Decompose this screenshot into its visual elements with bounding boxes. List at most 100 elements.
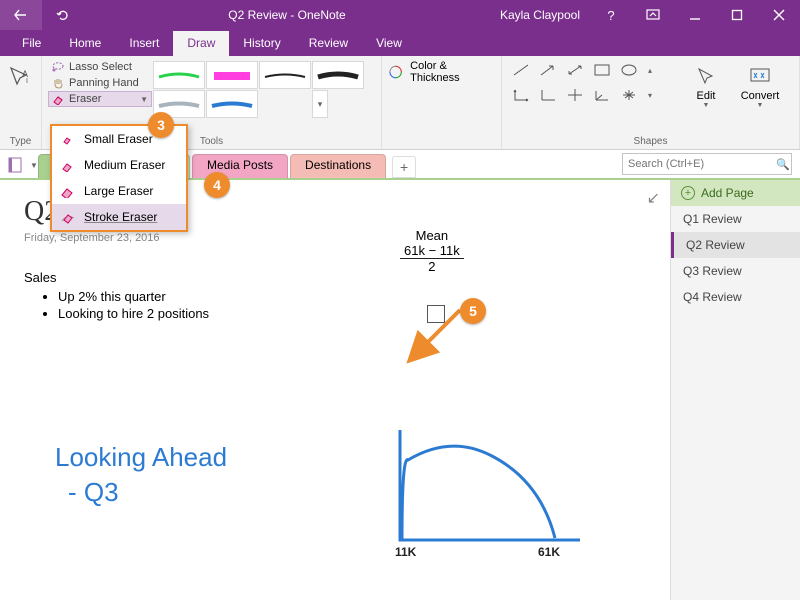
shape-double-arrow[interactable] xyxy=(562,60,588,80)
type-tool-button[interactable]: AI xyxy=(8,65,34,96)
shape-axis-more[interactable] xyxy=(616,85,642,105)
pen-blue[interactable] xyxy=(206,90,258,118)
shape-gallery: ▴ ▾ xyxy=(508,60,678,109)
edit-icon xyxy=(696,62,716,90)
ribbon-display-button[interactable] xyxy=(632,0,674,30)
page-item-q4[interactable]: Q4 Review xyxy=(671,284,800,310)
help-button[interactable]: ? xyxy=(590,0,632,30)
tab-home[interactable]: Home xyxy=(55,31,115,56)
search-box[interactable]: 🔍 xyxy=(622,153,792,175)
pen-green-thin[interactable] xyxy=(153,61,205,89)
eraser-icon xyxy=(60,131,76,147)
pen-gallery: ▾ xyxy=(153,59,371,118)
eraser-label: Eraser xyxy=(69,93,101,105)
mean-label: Mean xyxy=(400,228,464,243)
shape-axis-3d[interactable] xyxy=(589,85,615,105)
pen-gallery-more[interactable]: ▾ xyxy=(312,90,328,118)
chevron-down-icon: ▼ xyxy=(140,95,148,104)
shape-more-row2[interactable]: ▾ xyxy=(643,85,657,105)
mean-formula: Mean 61k − 11k 2 xyxy=(400,228,464,275)
chevron-down-icon: ▼ xyxy=(703,102,710,109)
add-page-label: Add Page xyxy=(701,186,754,200)
search-icon[interactable]: 🔍 xyxy=(775,158,791,171)
search-input[interactable] xyxy=(623,158,775,170)
ribbon-group-type-label: Type xyxy=(10,136,32,149)
edit-label: Edit xyxy=(697,90,716,102)
lasso-select-label: Lasso Select xyxy=(69,61,132,73)
eraser-option-large-label: Large Eraser xyxy=(84,184,153,198)
user-name[interactable]: Kayla Claypool xyxy=(490,8,590,22)
tab-draw[interactable]: Draw xyxy=(173,31,229,56)
callout-badge-5: 5 xyxy=(460,298,486,324)
convert-icon xyxy=(749,62,771,90)
tab-history[interactable]: History xyxy=(229,31,294,56)
section-tab-3[interactable]: Destinations xyxy=(290,154,386,178)
page-canvas[interactable]: ↙ Q2 Review Friday, September 23, 2016 S… xyxy=(0,180,670,600)
ribbon-group-shapes: ▴ ▾ Edit ▼ Convert ▼ Shapes xyxy=(502,56,800,149)
tab-file[interactable]: File xyxy=(8,31,55,56)
xtick-11k: 11K xyxy=(395,545,417,559)
main-area: ↙ Q2 Review Friday, September 23, 2016 S… xyxy=(0,180,800,600)
window-title: Q2 Review - OneNote xyxy=(84,8,490,22)
convert-button[interactable]: Convert ▼ xyxy=(734,60,786,109)
tab-insert[interactable]: Insert xyxy=(115,31,173,56)
collapse-icon[interactable]: ↙ xyxy=(647,188,660,208)
eraser-option-large[interactable]: Large Eraser xyxy=(52,178,186,204)
page-body[interactable]: Sales Up 2% this quarter Looking to hire… xyxy=(24,270,646,321)
tab-view[interactable]: View xyxy=(362,31,416,56)
title-bar: Q2 Review - OneNote Kayla Claypool ? xyxy=(0,0,800,30)
lasso-select-button[interactable]: Lasso Select xyxy=(48,59,152,75)
edit-button[interactable]: Edit ▼ xyxy=(680,60,732,109)
eraser-option-stroke[interactable]: Stroke Eraser xyxy=(52,204,186,230)
color-thickness-button[interactable]: Color & Thickness xyxy=(388,60,495,84)
shape-axis-2[interactable] xyxy=(535,85,561,105)
pages-pane: + Add Page Q1 Review Q2 Review Q3 Review… xyxy=(670,180,800,600)
handwriting-ink[interactable]: Looking Ahead - Q3 xyxy=(55,440,227,510)
maximize-button[interactable] xyxy=(716,0,758,30)
close-button[interactable] xyxy=(758,0,800,30)
shape-arrow[interactable] xyxy=(535,60,561,80)
convert-label: Convert xyxy=(741,90,780,102)
eraser-option-small-label: Small Eraser xyxy=(84,132,153,146)
mean-denominator: 2 xyxy=(400,259,464,274)
shape-more-row1[interactable]: ▴ xyxy=(643,60,657,80)
color-thickness-label: Color & Thickness xyxy=(410,60,495,84)
eraser-dropdown-button[interactable]: Eraser ▼ xyxy=(48,91,152,107)
eraser-option-stroke-label: Stroke Eraser xyxy=(84,210,157,224)
plus-icon: + xyxy=(681,186,695,200)
page-item-q2[interactable]: Q2 Review xyxy=(671,232,800,258)
pen-magenta-highlight[interactable] xyxy=(206,61,258,89)
eraser-option-medium-label: Medium Eraser xyxy=(84,158,165,172)
shape-ellipse[interactable] xyxy=(616,60,642,80)
eraser-option-medium[interactable]: Medium Eraser xyxy=(52,152,186,178)
minimize-button[interactable] xyxy=(674,0,716,30)
shape-axis-xy[interactable] xyxy=(508,85,534,105)
tab-review[interactable]: Review xyxy=(295,31,362,56)
back-button[interactable] xyxy=(0,0,42,30)
ink-chart[interactable]: 11K 61K xyxy=(380,410,600,560)
page-item-q3[interactable]: Q3 Review xyxy=(671,258,800,284)
menu-bar: File Home Insert Draw History Review Vie… xyxy=(0,30,800,56)
notebook-dropdown[interactable]: ▼ xyxy=(6,152,38,178)
add-section-button[interactable]: + xyxy=(392,156,416,178)
chevron-down-icon: ▼ xyxy=(757,102,764,109)
page-item-q1[interactable]: Q1 Review xyxy=(671,206,800,232)
xtick-61k: 61K xyxy=(538,545,560,559)
shape-line[interactable] xyxy=(508,60,534,80)
callout-badge-4: 4 xyxy=(204,172,230,198)
eraser-icon xyxy=(60,209,76,225)
section-tab-2[interactable]: Media Posts xyxy=(192,154,288,178)
undo-button[interactable] xyxy=(42,0,84,30)
shape-rect[interactable] xyxy=(589,60,615,80)
ribbon-group-shapes-label: Shapes xyxy=(508,136,793,149)
add-page-button[interactable]: + Add Page xyxy=(671,180,800,206)
shape-axis-3[interactable] xyxy=(562,85,588,105)
panning-hand-button[interactable]: Panning Hand xyxy=(48,75,152,91)
svg-text:I: I xyxy=(26,78,28,85)
pen-black-thick[interactable] xyxy=(312,61,364,89)
mean-numerator: 61k − 11k xyxy=(400,243,464,259)
panning-hand-label: Panning Hand xyxy=(69,77,139,89)
bullet-item: Looking to hire 2 positions xyxy=(58,306,646,321)
eraser-dropdown-menu: Small Eraser Medium Eraser Large Eraser … xyxy=(50,124,188,232)
pen-black-thin[interactable] xyxy=(259,61,311,89)
